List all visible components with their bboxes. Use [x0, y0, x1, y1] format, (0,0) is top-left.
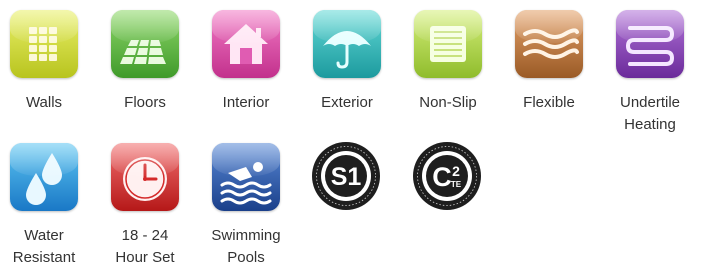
undertile-heating-tile [616, 10, 684, 78]
s1-badge: S1 [311, 141, 381, 211]
house-icon [224, 24, 268, 64]
flexible-waves-icon [523, 28, 579, 59]
exterior-label: Exterior [321, 94, 373, 111]
walls-label: Walls [25, 94, 63, 111]
water-resistant-label: Water Resistant [12, 227, 76, 266]
floors-label: Floors [124, 94, 166, 111]
swimming-pools-label: Swimming Pools [211, 227, 281, 266]
flexible-label: Flexible [523, 94, 575, 111]
svg-text:S1: S1 [331, 163, 362, 191]
s1-classification-badge-icon: S1 [312, 142, 380, 210]
exterior-tile [313, 10, 381, 78]
interior-label: Interior [222, 94, 270, 111]
umbrella-icon [323, 31, 371, 69]
hour-set-tile [111, 143, 179, 211]
interior-tile [212, 10, 280, 78]
heating-coil-icon [625, 26, 675, 66]
swimmer-icon [220, 162, 272, 205]
c2te-badge: C 2 TE [412, 141, 482, 211]
walls-tile [10, 10, 78, 78]
water-drops-icon [26, 153, 62, 205]
wall-tiles-icon [29, 27, 57, 61]
undertile-heating-label: Undertile Heating [619, 94, 681, 133]
non-slip-tile-icon [430, 26, 466, 62]
swimming-pools-tile [212, 143, 280, 211]
water-resistant-tile [10, 143, 78, 211]
hour-set-label: 18 - 24 Hour Set [115, 227, 175, 266]
svg-text:C: C [432, 162, 452, 192]
svg-text:TE: TE [451, 180, 462, 189]
floor-tiles-icon [120, 40, 166, 64]
nonslip-label: Non-Slip [419, 94, 477, 111]
clock-icon [123, 157, 167, 201]
flexible-tile [515, 10, 583, 78]
nonslip-tile [414, 10, 482, 78]
c2te-classification-badge-icon: C 2 TE [413, 142, 481, 210]
floors-tile [111, 10, 179, 78]
svg-text:2: 2 [452, 163, 460, 179]
